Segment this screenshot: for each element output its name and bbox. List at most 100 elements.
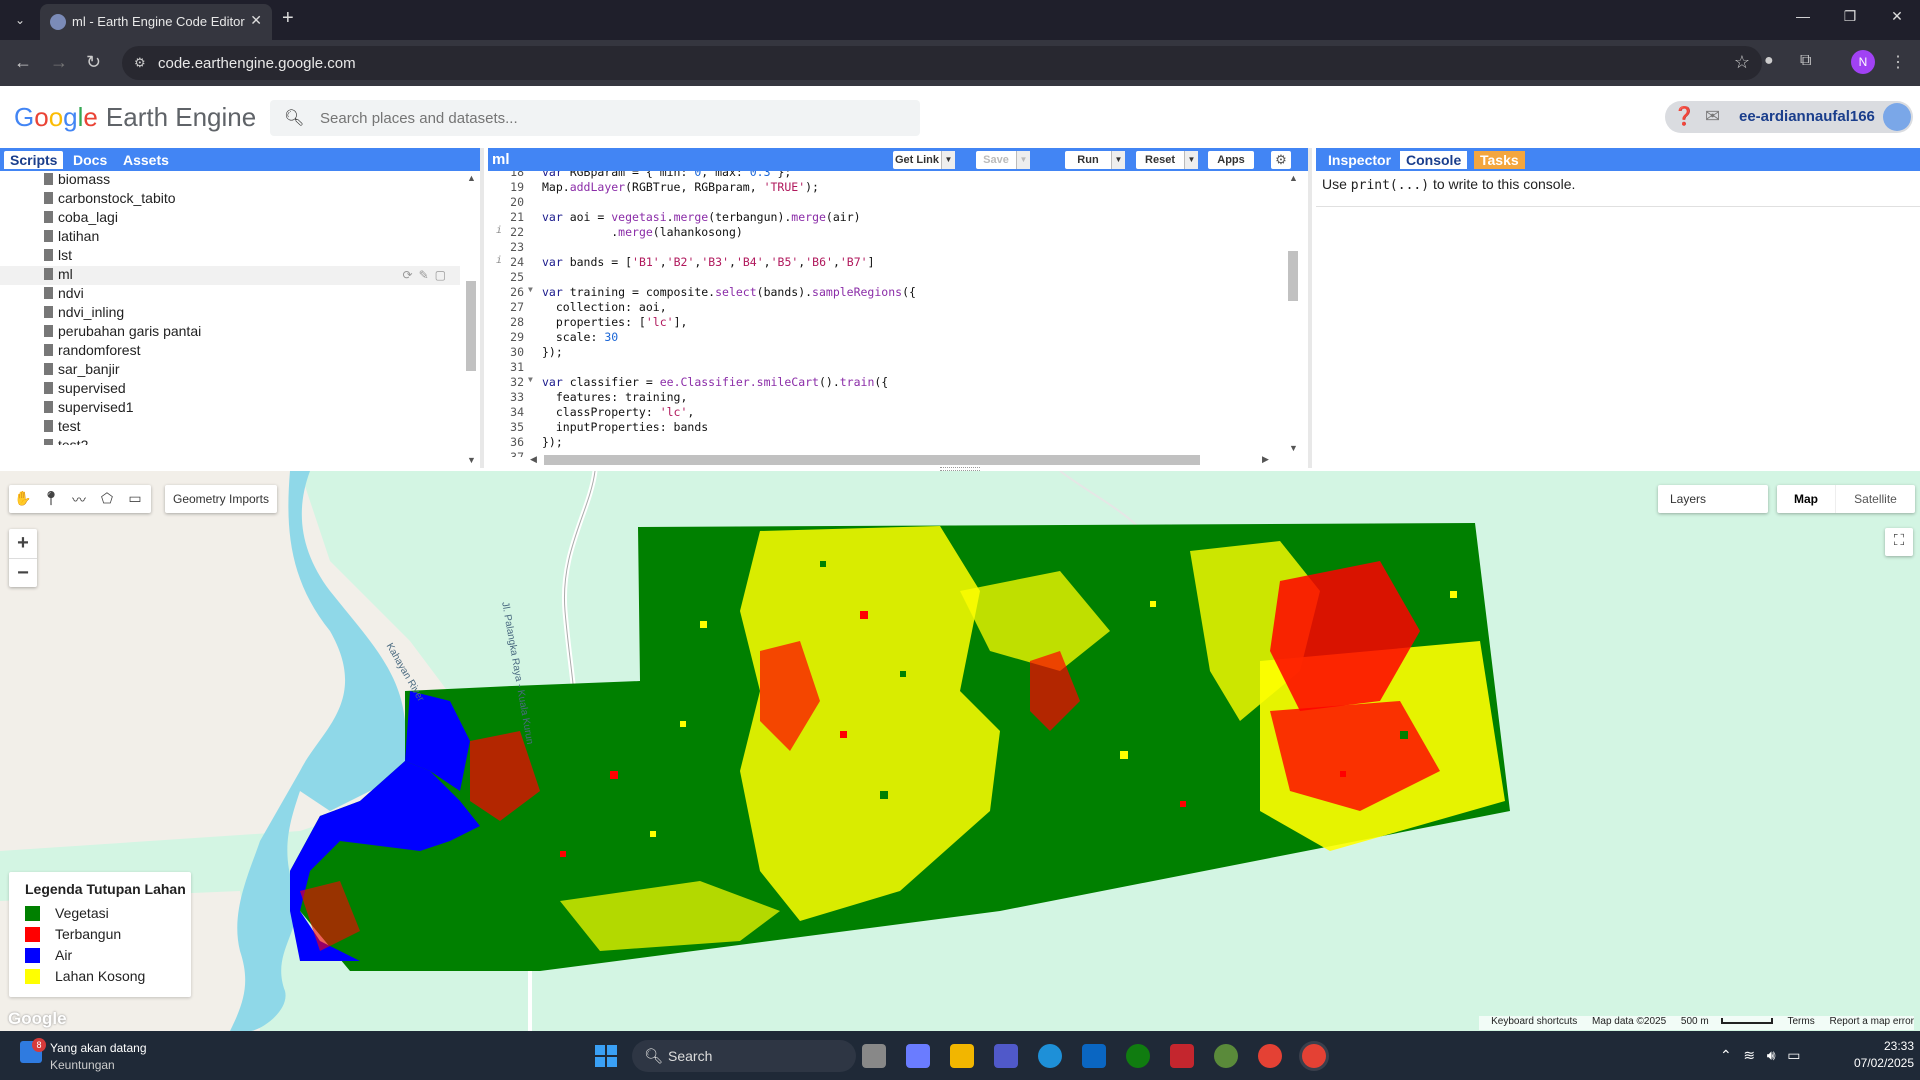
windows-start-icon[interactable] xyxy=(595,1045,617,1067)
xbox-icon[interactable] xyxy=(1126,1044,1150,1068)
reset-button[interactable]: Reset ▼ xyxy=(1136,151,1198,169)
scale-text[interactable]: 500 m xyxy=(1681,1016,1709,1027)
task-view-icon[interactable] xyxy=(862,1044,886,1068)
minimize-icon[interactable]: — xyxy=(1788,8,1818,24)
line-icon[interactable]: 〰 xyxy=(69,490,89,510)
forward-icon[interactable]: → xyxy=(50,52,68,73)
code-area[interactable]: 18 var RGBparam = { min: 0, max: 0.3 }; 1… xyxy=(488,171,1294,457)
chevron-down-icon[interactable]: ▼ xyxy=(1016,151,1030,169)
layers-button[interactable]: Layers xyxy=(1658,485,1768,513)
menu-kebab-icon[interactable]: ⋮ xyxy=(1890,52,1906,72)
editor-vertical-scrollbar[interactable]: ▲ ▼ xyxy=(1286,171,1300,457)
site-info-icon[interactable]: ⚙ xyxy=(134,55,146,71)
url-text[interactable]: code.earthengine.google.com xyxy=(158,55,356,72)
search-input[interactable] xyxy=(320,100,900,136)
chevron-down-icon[interactable]: ▼ xyxy=(1111,151,1125,169)
script-item[interactable]: test2 xyxy=(44,437,88,445)
chevron-down-icon[interactable]: ▼ xyxy=(941,151,955,169)
script-list-scrollbar[interactable]: ▲ ▼ xyxy=(466,171,478,468)
marker-icon[interactable]: 📍︎ xyxy=(41,490,61,507)
clock[interactable]: 23:33 07/02/2025 xyxy=(1840,1039,1914,1070)
mail-icon[interactable] xyxy=(1082,1044,1106,1068)
script-item[interactable]: lst xyxy=(44,247,72,266)
script-item[interactable]: supervised1 xyxy=(44,399,134,418)
account-name[interactable]: ee-ardiannaufal166 xyxy=(1739,108,1875,125)
new-tab-icon[interactable]: + xyxy=(282,8,294,28)
scroll-up-icon[interactable]: ▲ xyxy=(1289,173,1298,183)
scroll-down-icon[interactable]: ▼ xyxy=(467,455,476,465)
script-item[interactable]: carbonstock_tabito xyxy=(44,190,176,209)
map-canvas[interactable]: Kahayan River Jl. Palangka Raya - Kuala … xyxy=(0,471,1920,1031)
reload-icon[interactable]: ↻ xyxy=(86,52,101,73)
tab-docs[interactable]: Docs xyxy=(67,151,113,169)
search-box[interactable]: 🔍︎ xyxy=(270,100,920,136)
profile-avatar[interactable]: N xyxy=(1851,50,1875,74)
script-item[interactable]: ndvi_inling xyxy=(44,304,124,323)
chrome-icon[interactable] xyxy=(1258,1044,1282,1068)
close-tab-icon[interactable]: ✕ xyxy=(250,12,262,29)
script-item-selected[interactable]: ml ⟳✎▢ xyxy=(0,266,460,285)
script-item[interactable]: supervised xyxy=(44,380,126,399)
gear-icon[interactable]: ⚙ xyxy=(1271,151,1291,169)
map-type-map[interactable]: Map xyxy=(1777,485,1835,513)
map-type-satellite[interactable]: Satellite xyxy=(1835,485,1915,513)
app-icon[interactable] xyxy=(1170,1044,1194,1068)
fullscreen-icon[interactable]: ⛶ xyxy=(1885,528,1913,556)
terms-link[interactable]: Terms xyxy=(1788,1016,1815,1027)
scroll-thumb[interactable] xyxy=(544,455,1200,465)
fold-arrow-icon[interactable]: ▼ xyxy=(528,375,533,384)
omnibox[interactable]: ⚙ code.earthengine.google.com ☆ xyxy=(122,46,1762,80)
keyboard-shortcuts-link[interactable]: Keyboard shortcuts xyxy=(1491,1016,1577,1027)
geometry-imports-button[interactable]: Geometry Imports xyxy=(165,485,277,513)
chrome-profile-icon[interactable] xyxy=(1302,1044,1326,1068)
pan-hand-icon[interactable]: ✋ xyxy=(13,490,33,507)
script-item[interactable]: randomforest xyxy=(44,342,140,361)
file-explorer-icon[interactable] xyxy=(950,1044,974,1068)
bookmark-star-icon[interactable]: ☆ xyxy=(1734,52,1750,73)
edge-icon[interactable] xyxy=(1038,1044,1062,1068)
editor-horizontal-scrollbar[interactable]: ◀ ▶ xyxy=(528,453,1274,465)
scroll-down-icon[interactable]: ▼ xyxy=(1289,443,1298,453)
feedback-icon[interactable]: ✉ xyxy=(1705,106,1720,127)
back-icon[interactable]: ← xyxy=(14,52,32,73)
earth-engine-logo[interactable]: Google Earth Engine xyxy=(14,102,256,133)
teams-icon[interactable] xyxy=(994,1044,1018,1068)
close-window-icon[interactable]: ✕ xyxy=(1882,8,1912,25)
tab-console[interactable]: Console xyxy=(1400,151,1468,169)
zoom-out-button[interactable]: − xyxy=(9,558,37,587)
extensions-puzzle-icon[interactable]: ⧉ xyxy=(1800,52,1811,70)
extension-icon[interactable]: ● xyxy=(1764,52,1774,70)
apps-button[interactable]: Apps xyxy=(1208,151,1254,169)
tab-inspector[interactable]: Inspector xyxy=(1322,151,1397,169)
tab-active[interactable]: ml - Earth Engine Code Editor ✕ xyxy=(40,4,272,40)
tab-tasks[interactable]: Tasks xyxy=(1474,151,1525,169)
script-item[interactable]: ndvi xyxy=(44,285,84,304)
account-avatar[interactable] xyxy=(1883,103,1911,131)
run-button[interactable]: Run ▼ xyxy=(1065,151,1125,169)
chevron-down-icon[interactable]: ▼ xyxy=(1184,151,1198,169)
tab-assets[interactable]: Assets xyxy=(117,151,175,169)
script-item[interactable]: coba_lagi xyxy=(44,209,118,228)
system-tray[interactable]: ⌃ ≋ 🔊︎ ▭ xyxy=(1720,1047,1801,1064)
save-button[interactable]: Save ▼ xyxy=(976,151,1030,169)
rectangle-icon[interactable]: ▭ xyxy=(125,490,145,507)
scroll-thumb[interactable] xyxy=(466,281,476,371)
taskbar-search[interactable]: 🔍︎ Search xyxy=(632,1040,856,1072)
scroll-right-icon[interactable]: ▶ xyxy=(1262,454,1269,465)
scroll-left-icon[interactable]: ◀ xyxy=(530,454,537,465)
get-link-button[interactable]: Get Link ▼ xyxy=(893,151,955,169)
script-item[interactable]: biomass xyxy=(44,171,110,190)
script-actions[interactable]: ⟳✎▢ xyxy=(403,268,452,282)
app-icon[interactable] xyxy=(1214,1044,1238,1068)
fold-arrow-icon[interactable]: ▼ xyxy=(528,285,533,294)
scroll-thumb[interactable] xyxy=(1288,251,1298,301)
widget-subtitle[interactable]: Keuntungan xyxy=(50,1058,115,1072)
tab-scripts[interactable]: Scripts xyxy=(4,151,64,169)
report-error-link[interactable]: Report a map error xyxy=(1830,1016,1914,1027)
script-item[interactable]: perubahan garis pantai xyxy=(44,323,201,342)
help-icon[interactable]: ❓ xyxy=(1673,106,1695,127)
widget-title[interactable]: Yang akan datang xyxy=(50,1041,147,1055)
zoom-in-button[interactable]: + xyxy=(9,529,37,558)
script-item[interactable]: latihan xyxy=(44,228,99,247)
scroll-up-icon[interactable]: ▲ xyxy=(467,173,476,183)
